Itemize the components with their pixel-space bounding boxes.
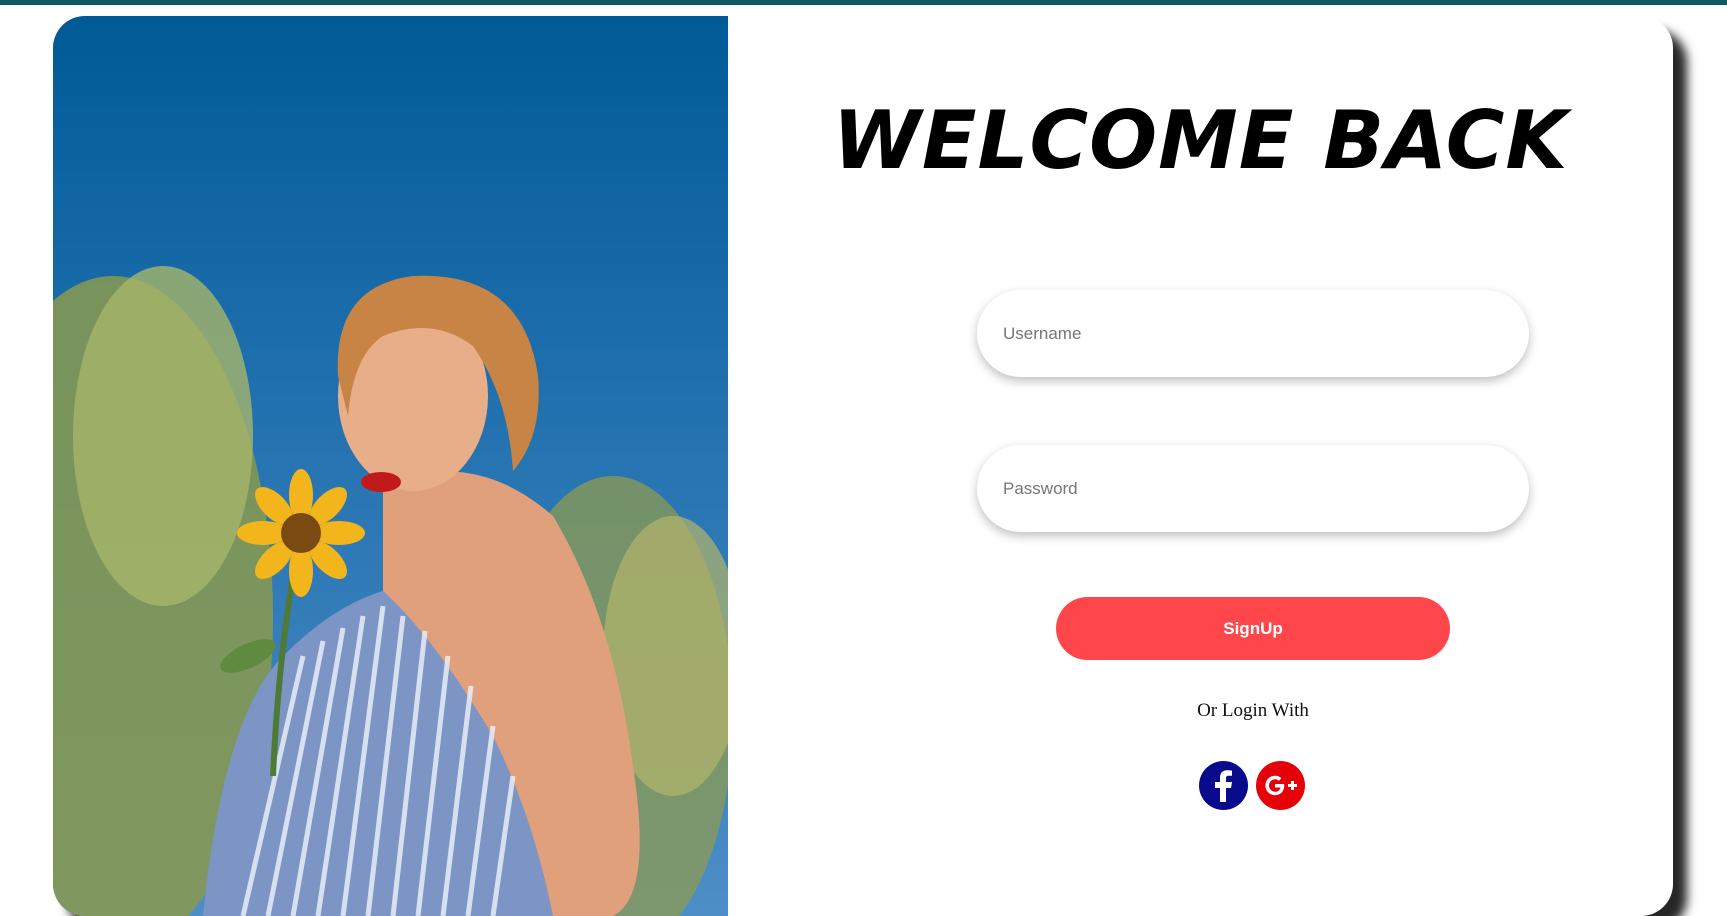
top-accent-bar	[0, 0, 1727, 5]
google-plus-icon	[1265, 775, 1297, 796]
username-input[interactable]	[977, 290, 1529, 377]
hero-photo	[53, 16, 728, 916]
page-title: WELCOME BACK	[832, 94, 1569, 187]
google-plus-login-button[interactable]	[1256, 761, 1305, 810]
password-input[interactable]	[977, 445, 1529, 532]
social-login-group	[1199, 761, 1305, 810]
facebook-login-button[interactable]	[1199, 761, 1248, 810]
signup-button[interactable]: SignUp	[1056, 597, 1450, 660]
facebook-icon	[1215, 770, 1232, 802]
login-form-panel: WELCOME BACK SignUp Or Login With	[728, 16, 1673, 916]
hero-photo-illustration	[53, 266, 728, 916]
login-card: WELCOME BACK SignUp Or Login With	[53, 16, 1673, 916]
or-login-with-label: Or Login With	[1197, 700, 1309, 721]
